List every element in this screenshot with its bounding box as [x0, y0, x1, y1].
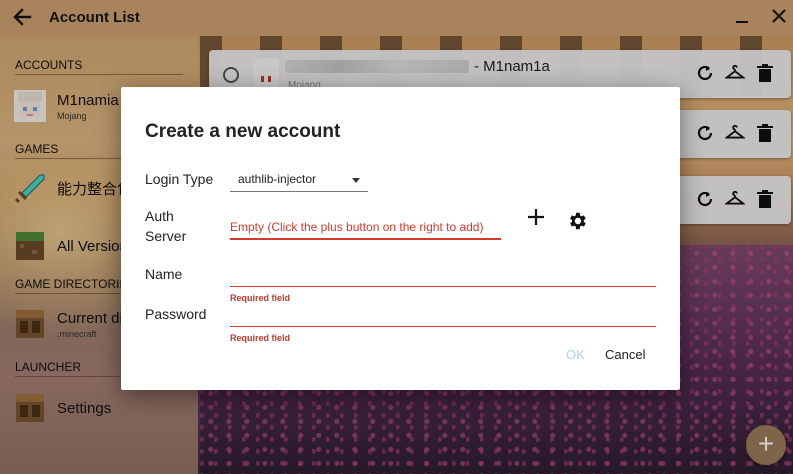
minimize-button[interactable] [736, 13, 750, 23]
auth-server-label-1: Auth [145, 208, 174, 224]
auth-server-select[interactable]: Empty (Click the plus button on the righ… [230, 215, 501, 240]
plus-icon [528, 209, 544, 225]
title-bar: Account List [0, 0, 793, 36]
name-label: Name [145, 266, 183, 282]
chevron-down-icon [352, 178, 360, 183]
close-icon [772, 9, 786, 23]
login-type-label: Login Type [145, 171, 214, 187]
name-error: Required field [230, 293, 291, 303]
login-type-select[interactable]: authlib-injector [230, 166, 368, 192]
create-account-dialog: Create a new account Login Type authlib-… [121, 87, 680, 390]
close-button[interactable] [771, 6, 787, 28]
dialog-title: Create a new account [145, 121, 341, 142]
password-error: Required field [230, 333, 291, 343]
ok-button[interactable]: OK [566, 347, 585, 362]
add-server-button[interactable] [527, 207, 545, 231]
back-button[interactable] [12, 7, 34, 29]
auth-server-label-2: Server [145, 228, 187, 244]
arrow-left-icon [13, 8, 32, 26]
name-input[interactable] [230, 265, 656, 287]
server-settings-button[interactable] [566, 210, 588, 232]
login-type-value: authlib-injector [238, 172, 317, 186]
gear-icon [570, 212, 586, 230]
window-title: Account List [49, 9, 140, 26]
cancel-button[interactable]: Cancel [605, 347, 645, 362]
password-label: Password [145, 306, 207, 322]
password-input[interactable] [230, 305, 656, 327]
